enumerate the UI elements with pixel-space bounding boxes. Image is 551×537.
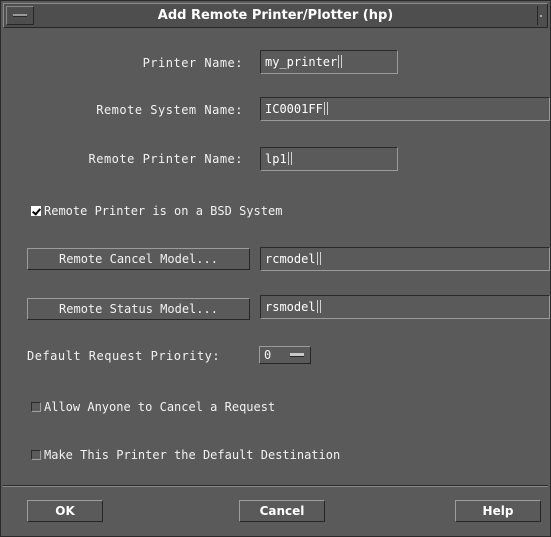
remote-printer-name-label: Remote Printer Name: — [88, 152, 243, 166]
window-control-icon — [540, 15, 542, 17]
remote-system-name-field[interactable]: IC0001FF — [260, 97, 550, 121]
printer-name-label: Printer Name: — [142, 56, 243, 70]
allow-anyone-cancel-label: Allow Anyone to Cancel a Request — [44, 400, 276, 414]
default-priority-select[interactable]: 0 — [259, 346, 311, 364]
action-area-separator — [3, 485, 548, 487]
printer-name-field[interactable]: my_printer — [260, 50, 398, 74]
remote-system-name-value: IC0001FF — [265, 102, 323, 116]
bsd-system-checkbox[interactable] — [31, 206, 41, 216]
default-destination-label: Make This Printer the Default Destinatio… — [44, 448, 341, 462]
remote-printer-name-field[interactable]: lp1 — [260, 147, 398, 171]
window-title: Add Remote Printer/Plotter (hp) — [157, 8, 394, 23]
text-cursor-icon — [323, 102, 328, 115]
dialog-window: Add Remote Printer/Plotter (hp) Printer … — [0, 0, 551, 537]
remote-system-name-label: Remote System Name: — [96, 103, 243, 117]
default-priority-label: Default Request Priority: — [27, 349, 221, 363]
remote-status-model-button[interactable]: Remote Status Model... — [27, 298, 250, 320]
default-priority-value: 0 — [264, 348, 272, 362]
default-destination-checkbox[interactable] — [31, 450, 41, 460]
ok-button[interactable]: OK — [27, 500, 103, 522]
remote-status-model-value: rsmodel — [265, 300, 316, 314]
remote-printer-name-value: lp1 — [265, 152, 287, 166]
cancel-button[interactable]: Cancel — [239, 500, 325, 522]
printer-name-value: my_printer — [265, 55, 338, 69]
title-bar[interactable]: Add Remote Printer/Plotter (hp) — [3, 3, 548, 28]
bsd-system-checkbox-row[interactable]: Remote Printer is on a BSD System — [31, 204, 282, 218]
window-menu-button[interactable] — [6, 6, 34, 25]
bsd-system-label: Remote Printer is on a BSD System — [44, 204, 283, 218]
allow-anyone-cancel-checkbox[interactable] — [31, 402, 41, 412]
option-menu-indicator-icon — [290, 353, 304, 357]
default-destination-checkbox-row[interactable]: Make This Printer the Default Destinatio… — [31, 448, 340, 462]
remote-cancel-model-button[interactable]: Remote Cancel Model... — [27, 248, 250, 270]
remote-cancel-model-value: rcmodel — [265, 252, 316, 266]
allow-anyone-cancel-checkbox-row[interactable]: Allow Anyone to Cancel a Request — [31, 400, 275, 414]
help-button[interactable]: Help — [455, 500, 541, 522]
remote-cancel-model-field[interactable]: rcmodel — [260, 247, 550, 271]
remote-status-model-field[interactable]: rsmodel — [260, 295, 550, 319]
text-cursor-icon — [316, 252, 321, 265]
text-cursor-icon — [338, 55, 343, 68]
text-cursor-icon — [316, 300, 321, 313]
text-cursor-icon — [287, 152, 292, 165]
window-menu-icon — [13, 14, 27, 17]
window-control-button[interactable] — [537, 6, 545, 25]
